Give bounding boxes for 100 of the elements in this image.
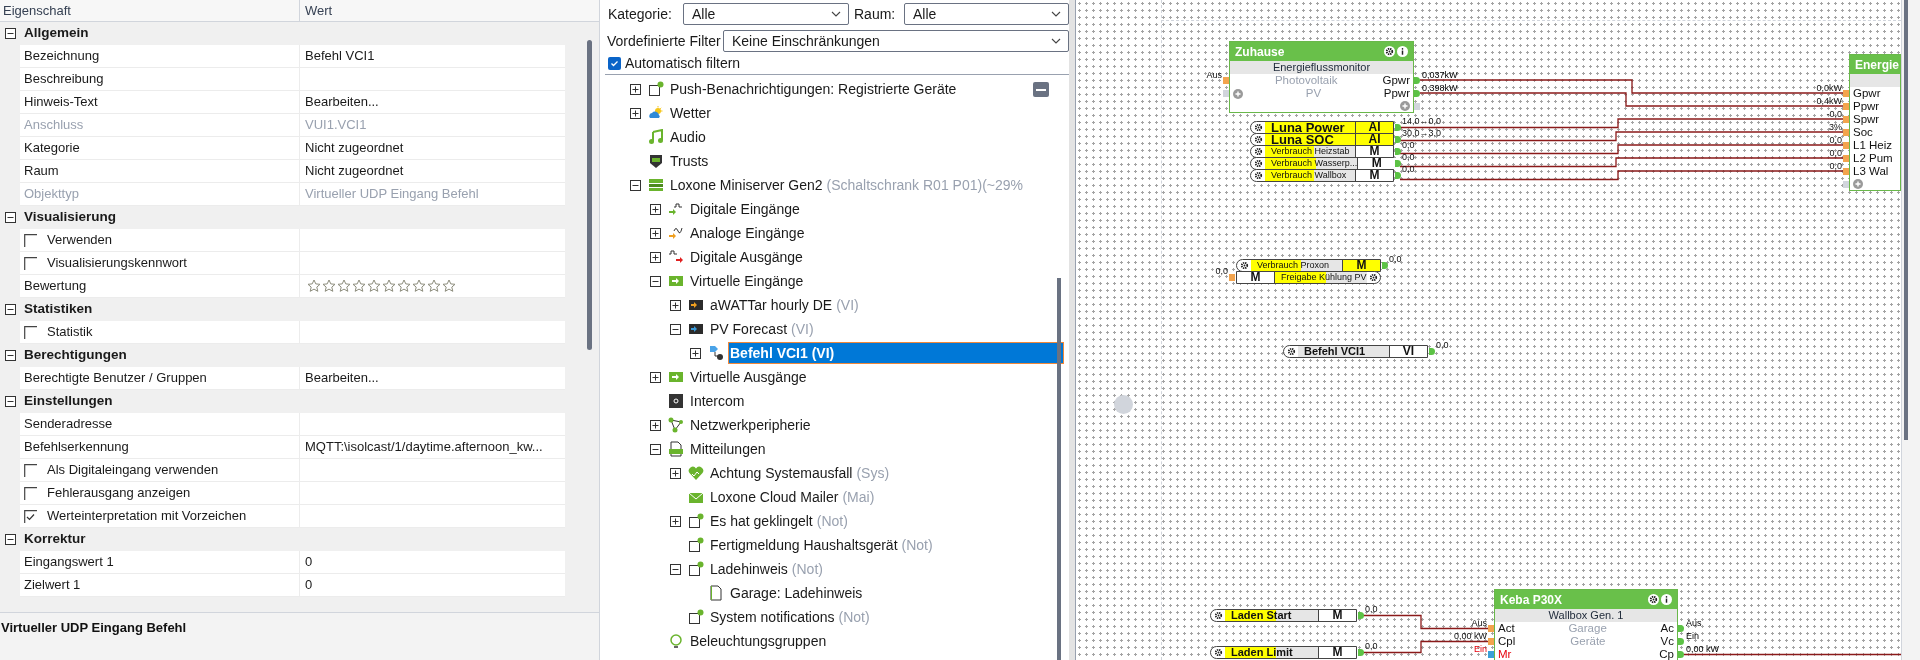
input-connector[interactable] (1843, 90, 1849, 97)
star-icon[interactable] (442, 279, 456, 293)
input-connector[interactable] (1843, 155, 1849, 162)
tree-item[interactable]: Virtuelle Ausgänge (688, 365, 809, 389)
gear-icon[interactable] (1286, 347, 1296, 356)
function-block[interactable]: Zuhause Energieflussmonitor Photovoltaik Gpwr PV Ppwr (1229, 41, 1414, 113)
input-connector[interactable] (1843, 129, 1849, 136)
checkbox[interactable] (24, 463, 37, 477)
expand-toggle[interactable] (670, 515, 681, 527)
collapse-toggle[interactable] (4, 534, 16, 545)
tree-item[interactable]: Audio (668, 125, 708, 149)
function-block[interactable]: Energie Gpwr Ppwr Spwr Soc L1 Heiz L2 Pum L3 Wal (1849, 54, 1901, 191)
reference-block[interactable]: Befehl VCI1 VI (1283, 345, 1428, 358)
star-icon[interactable] (352, 279, 366, 293)
gear-icon[interactable] (1213, 648, 1223, 657)
collapse-toggle[interactable] (4, 28, 16, 39)
input-connector[interactable] (1229, 274, 1235, 281)
expand-toggle[interactable] (650, 203, 661, 215)
tree-item[interactable]: Fertigmeldung Haushaltsgerät (Not) (708, 533, 935, 557)
collapse-toggle[interactable] (4, 350, 16, 361)
star-icon[interactable] (427, 279, 441, 293)
tree-item[interactable]: Beleuchtungsgruppen (688, 629, 829, 653)
add-icon[interactable] (1233, 88, 1243, 99)
input-connector[interactable] (1843, 103, 1849, 110)
tree-item[interactable]: System notifications (Not) (708, 605, 872, 629)
star-icon[interactable] (307, 279, 321, 293)
input-connector[interactable] (1223, 90, 1229, 97)
expand-toggle[interactable] (630, 83, 641, 95)
tree-item[interactable]: aWATTar hourly DE (VI) (708, 293, 861, 317)
tree-item[interactable]: Befehl VCI1 (VI) (728, 342, 1064, 364)
collapse-toggle[interactable] (630, 179, 641, 191)
category-select[interactable]: Alle (683, 3, 849, 25)
gear-icon[interactable] (1384, 46, 1395, 57)
scrollbar-thumb[interactable] (1057, 278, 1061, 660)
tree-item[interactable]: Ladehinweis (Not) (708, 557, 825, 581)
tree-item[interactable]: Trusts (668, 149, 711, 173)
collapse-toggle[interactable] (670, 563, 681, 575)
tree-item[interactable]: PV Forecast (VI) (708, 317, 816, 341)
tree-item[interactable]: Digitale Eingänge (688, 197, 802, 221)
info-icon[interactable] (1661, 594, 1672, 605)
add-icon[interactable] (1853, 179, 1863, 189)
column-header[interactable]: Eigenschaft (0, 0, 300, 21)
tree-item[interactable]: Intercom (688, 389, 747, 413)
star-icon[interactable] (337, 279, 351, 293)
checkbox[interactable] (608, 57, 621, 70)
expand-toggle[interactable] (650, 251, 661, 263)
chevron-down-icon[interactable] (1051, 11, 1061, 17)
column-header[interactable]: Wert (300, 0, 333, 21)
collapse-toggle[interactable] (670, 323, 681, 335)
expand-toggle[interactable] (670, 299, 681, 311)
chevron-down-icon[interactable] (1051, 38, 1061, 44)
info-icon[interactable] (1397, 46, 1408, 57)
room-select[interactable]: Alle (904, 3, 1069, 25)
checkbox[interactable] (24, 509, 37, 523)
input-connector[interactable] (1488, 638, 1494, 645)
gear-icon[interactable] (1213, 611, 1223, 620)
input-connector[interactable] (1843, 181, 1849, 188)
tree-item[interactable]: Digitale Ausgänge (688, 245, 805, 269)
star-icon[interactable] (322, 279, 336, 293)
collapse-toggle[interactable] (4, 212, 16, 223)
input-connector[interactable] (1223, 77, 1229, 84)
input-connector[interactable] (1843, 116, 1849, 123)
tree-item[interactable]: Loxone Cloud Mailer (Mai) (708, 485, 877, 509)
collapse-toggle[interactable] (4, 304, 16, 315)
tree-item[interactable]: Es hat geklingelt (Not) (708, 509, 850, 533)
star-icon[interactable] (397, 279, 411, 293)
reference-block[interactable]: Verbrauch Wallbox M (1250, 169, 1394, 182)
checkbox[interactable] (24, 325, 37, 339)
scrollbar-thumb[interactable] (1904, 0, 1908, 440)
expand-toggle[interactable] (670, 467, 681, 479)
gear-icon[interactable] (1239, 261, 1249, 270)
tree-item[interactable]: Loxone Miniserver Gen2 (Schaltschrank R01 P01)(~29% (668, 173, 1026, 197)
collapse-toggle[interactable] (4, 396, 16, 407)
tree-item[interactable]: Virtuelle Eingänge (688, 269, 806, 293)
gear-icon[interactable] (1648, 594, 1659, 605)
star-icon[interactable] (382, 279, 396, 293)
expand-toggle[interactable] (630, 107, 641, 119)
tree-item[interactable]: Mitteilungen (688, 437, 768, 461)
checkbox[interactable] (24, 486, 37, 500)
function-block[interactable]: Keba P30X Wallbox Gen. 1 Act Garage Ac Cpl Geräte Vc Mr Cp (1494, 589, 1678, 660)
tree-item[interactable]: Garage: Ladehinweis (728, 581, 865, 605)
collapse-toggle[interactable] (650, 443, 661, 455)
gear-icon[interactable] (1369, 273, 1379, 282)
tree-item[interactable]: Netzwerkperipherie (688, 413, 813, 437)
tree-item[interactable]: Wetter (668, 101, 713, 125)
star-icon[interactable] (367, 279, 381, 293)
input-connector[interactable] (1488, 625, 1494, 632)
tree-item[interactable]: Analoge Eingänge (688, 221, 807, 245)
checkbox[interactable] (24, 256, 37, 270)
chevron-down-icon[interactable] (831, 11, 841, 17)
input-connector[interactable] (1488, 651, 1494, 658)
expand-toggle[interactable] (650, 371, 661, 383)
collapse-button[interactable] (1033, 82, 1049, 97)
star-icon[interactable] (412, 279, 426, 293)
checkbox[interactable] (24, 233, 37, 247)
expand-toggle[interactable] (690, 347, 701, 359)
collapse-toggle[interactable] (650, 275, 661, 287)
tree-item[interactable]: Push-Benachrichtigungen: Registrierte Geräte (668, 77, 959, 101)
input-connector[interactable] (1843, 142, 1849, 149)
add-icon[interactable] (1400, 101, 1410, 111)
